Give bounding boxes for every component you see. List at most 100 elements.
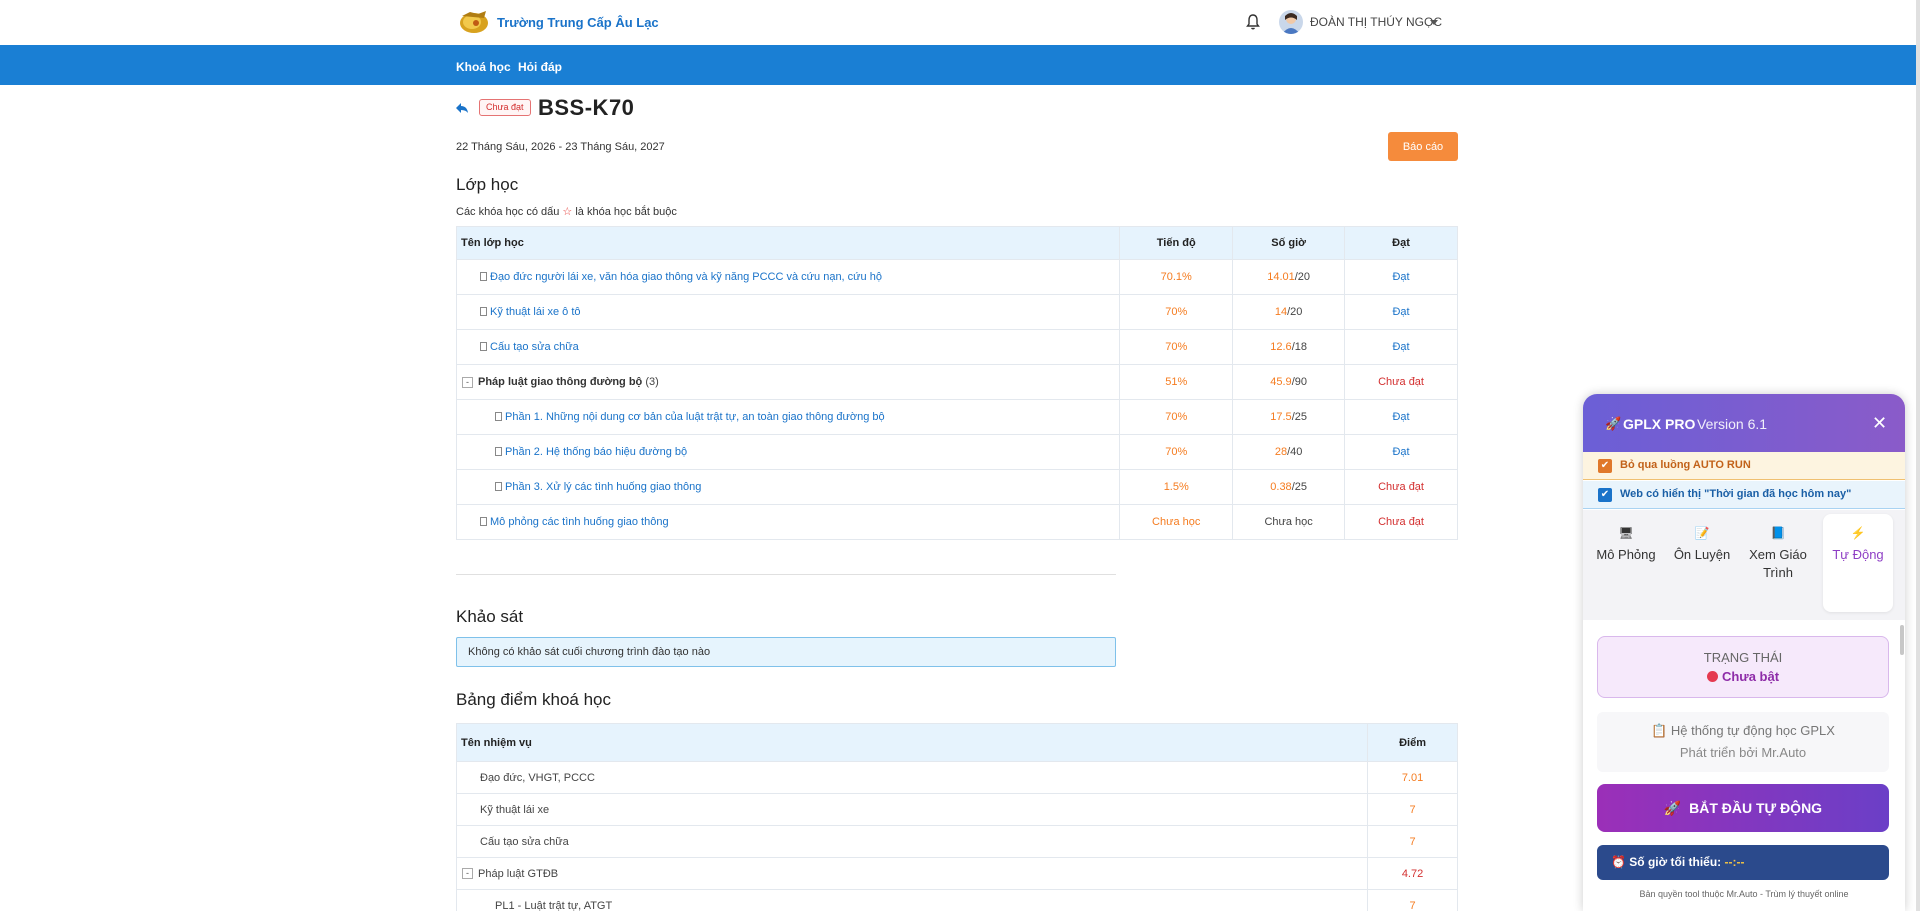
hours-cell: 0.38/25: [1232, 469, 1346, 505]
table-row: Kỹ thuật lái xe 7: [455, 793, 1458, 826]
hours-cell: 28/40: [1232, 434, 1346, 470]
back-arrow-icon[interactable]: [455, 101, 469, 115]
score-cell: 7: [1367, 825, 1458, 858]
copyright-text: Bản quyền tool thuộc Mr.Auto - Trùm lý t…: [1639, 889, 1849, 899]
task-group: - Pháp luật GTĐB: [455, 857, 1369, 890]
option-web-time[interactable]: ✔ Web có hiển thị "Thời gian đã học hôm …: [1583, 481, 1905, 509]
monitor-icon: 🖥: [1618, 526, 1634, 540]
panel-header: 🚀 GPLX PRO Version 6.1 ✕: [1583, 394, 1905, 452]
option-label: Bỏ qua luồng AUTO RUN: [1620, 459, 1751, 471]
result-cell: Chưa đạt: [1344, 504, 1458, 540]
avatar[interactable]: [1279, 10, 1303, 34]
alarm-clock-icon: ⏰: [1611, 855, 1626, 869]
nav-item-courses[interactable]: Khoá học: [456, 60, 511, 74]
score-cell: 7: [1367, 889, 1458, 911]
gplx-panel: 🚀 GPLX PRO Version 6.1 ✕ ✔ Bỏ qua luồng …: [1583, 394, 1905, 911]
table-row: Phần 3. Xử lý các tình huống giao thông …: [455, 469, 1458, 505]
class-link[interactable]: Mô phỏng các tình huống giao thông: [490, 516, 669, 528]
progress-cell: Chưa học: [1119, 504, 1234, 540]
collapse-toggle-icon[interactable]: -: [462, 868, 473, 880]
info-box: 📋 Hệ thống tự động học GPLX Phát triển b…: [1597, 712, 1889, 772]
tab-auto[interactable]: ⚡ Tự Động: [1823, 514, 1893, 612]
status-dot-icon: [1706, 671, 1718, 682]
required-note: Các khóa học có dấu ☆ là khóa học bắt bu…: [456, 206, 677, 218]
collapse-toggle-icon[interactable]: -: [462, 376, 473, 388]
panel-scrollbar[interactable]: [1900, 625, 1904, 655]
brand-name[interactable]: Trường Trung Cấp Âu Lạc: [497, 15, 659, 30]
tab-practice[interactable]: 📝 Ôn Luyện: [1667, 514, 1737, 612]
document-icon: [495, 482, 502, 491]
page-scrollbar[interactable]: [1916, 0, 1920, 911]
hours-cell: Chưa học: [1232, 504, 1346, 540]
main-nav: Khoá học Hỏi đáp: [0, 45, 1920, 85]
status-box: TRẠNG THÁI Chưa bật: [1597, 636, 1889, 698]
rocket-icon: 🚀: [1605, 416, 1622, 431]
start-auto-button[interactable]: 🚀 BẮT ĐẦU TỰ ĐỘNG: [1597, 784, 1889, 832]
school-logo-icon[interactable]: [456, 8, 492, 36]
progress-cell: 70.1%: [1119, 259, 1234, 295]
hours-cell: 45.9/90: [1232, 364, 1346, 400]
bell-icon[interactable]: [1245, 13, 1261, 31]
panel-tabs: 🖥 Mô Phỏng 📝 Ôn Luyện 📘 Xem Giáo Trình ⚡…: [1583, 510, 1905, 620]
panel-name: GPLX PRO: [1623, 416, 1696, 432]
hours-cell: 17.5/25: [1232, 399, 1346, 435]
close-icon[interactable]: ✕: [1872, 413, 1887, 434]
table-row-group: - Pháp luật giao thông đường bộ (3) 51% 4…: [455, 364, 1458, 400]
classes-section-title: Lớp học: [456, 175, 519, 194]
option-label: Web có hiển thị "Thời gian đã học hôm na…: [1620, 488, 1852, 500]
progress-cell: 1.5%: [1119, 469, 1234, 505]
status-value: Chưa bật: [1598, 669, 1888, 684]
column-header-hours: Số giờ: [1232, 226, 1346, 260]
task-name: PL1 - Luật trật tự, ATGT: [455, 889, 1369, 911]
scores-table: Tên nhiệm vụ Điểm Đạo đức, VHGT, PCCC 7.…: [455, 723, 1458, 911]
hours-cell: 14.01/20: [1232, 259, 1346, 295]
class-link[interactable]: Cấu tạo sửa chữa: [490, 341, 579, 353]
task-name: Đạo đức, VHGT, PCCC: [455, 761, 1369, 794]
checkbox-checked-icon[interactable]: ✔: [1598, 488, 1612, 502]
checkbox-checked-icon[interactable]: ✔: [1598, 459, 1612, 473]
task-name: Cấu tạo sửa chữa: [455, 825, 1369, 858]
table-row: Cấu tạo sửa chữa 7: [455, 825, 1458, 858]
column-header-class-name: Tên lớp học: [455, 226, 1121, 260]
table-header-row: Tên nhiệm vụ Điểm: [455, 723, 1458, 762]
tab-curriculum[interactable]: 📘 Xem Giáo Trình: [1743, 514, 1813, 612]
class-link[interactable]: Đạo đức người lái xe, văn hóa giao thông…: [490, 271, 882, 283]
option-skip-autorun[interactable]: ✔ Bỏ qua luồng AUTO RUN: [1583, 452, 1905, 480]
class-link[interactable]: Phần 3. Xử lý các tình huống giao thông: [505, 481, 701, 493]
progress-cell: 70%: [1119, 399, 1234, 435]
class-link[interactable]: Kỹ thuật lái xe ô tô: [490, 306, 581, 318]
min-hours-value: --:--: [1724, 855, 1745, 869]
user-name[interactable]: ĐOÀN THỊ THÚY NGỌC: [1310, 15, 1442, 29]
table-header-row: Tên lớp học Tiến độ Số giờ Đạt: [455, 226, 1458, 260]
chevron-down-icon[interactable]: [1430, 20, 1438, 25]
table-row: Đạo đức người lái xe, văn hóa giao thông…: [455, 259, 1458, 295]
result-cell: Chưa đạt: [1344, 364, 1458, 400]
progress-cell: 51%: [1119, 364, 1234, 400]
hours-cell: 12.6/18: [1232, 329, 1346, 365]
page-title: BSS-K70: [538, 95, 635, 120]
document-icon: [495, 447, 502, 456]
lightning-icon: ⚡: [1850, 526, 1866, 540]
status-label: TRẠNG THÁI: [1703, 650, 1783, 665]
status-badge: Chưa đạt: [479, 99, 531, 116]
report-button[interactable]: Báo cáo: [1388, 132, 1458, 161]
result-cell: Đạt: [1344, 329, 1458, 365]
column-header-score: Điểm: [1367, 723, 1458, 762]
tab-simulation[interactable]: 🖥 Mô Phỏng: [1591, 514, 1661, 612]
book-icon: 📘: [1770, 526, 1786, 540]
panel-version: Version 6.1: [1697, 416, 1768, 432]
nav-item-qa[interactable]: Hỏi đáp: [518, 60, 562, 74]
document-icon: [480, 272, 487, 281]
top-header: Trường Trung Cấp Âu Lạc ĐOÀN THỊ THÚY NG…: [0, 0, 1920, 45]
document-icon: [495, 412, 502, 421]
document-icon: [480, 342, 487, 351]
table-row: Phần 1. Những nội dung cơ bản của luật t…: [455, 399, 1458, 435]
class-link[interactable]: Phần 1. Những nội dung cơ bản của luật t…: [505, 411, 885, 423]
column-header-task: Tên nhiệm vụ: [455, 723, 1369, 762]
column-header-result: Đạt: [1344, 226, 1458, 260]
progress-cell: 70%: [1119, 294, 1234, 330]
table-row-group: - Pháp luật GTĐB 4.72: [455, 857, 1458, 890]
class-link[interactable]: Phần 2. Hệ thống báo hiệu đường bộ: [505, 446, 687, 458]
group-name: Pháp luật giao thông đường bộ: [478, 376, 643, 388]
score-cell: 7.01: [1367, 761, 1458, 794]
